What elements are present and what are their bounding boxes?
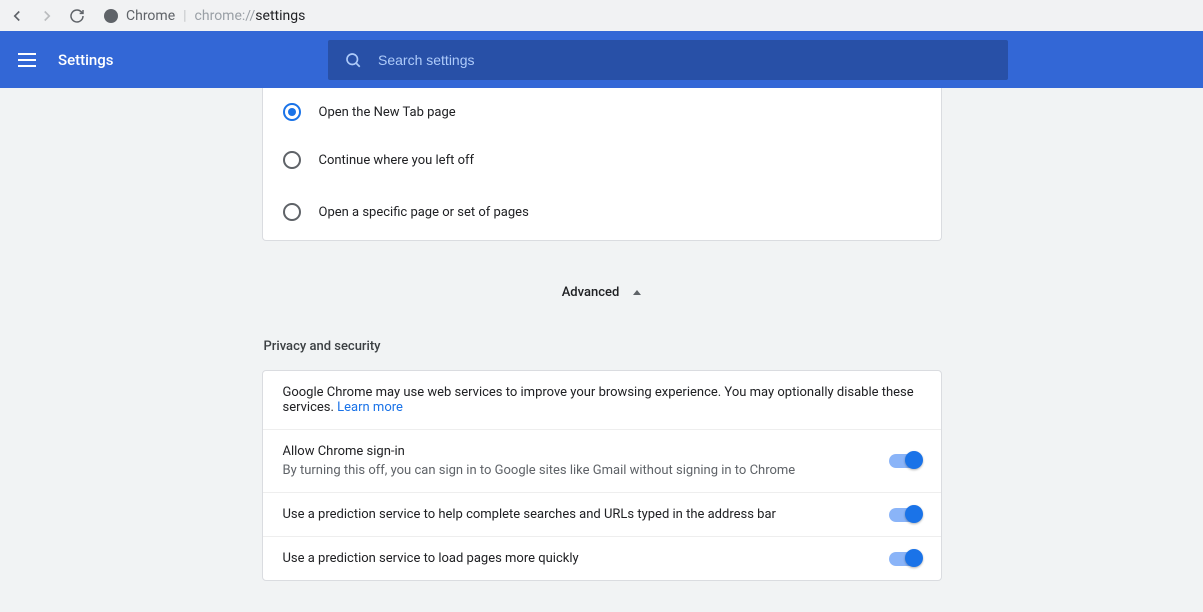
- caret-up-icon: [633, 290, 641, 295]
- setting-title: Allow Chrome sign-in: [283, 444, 889, 459]
- search-box[interactable]: [328, 40, 1008, 80]
- toggle-switch[interactable]: [889, 508, 921, 522]
- address-label: Chrome: [126, 8, 175, 24]
- app-header: Settings: [0, 31, 1203, 88]
- learn-more-link[interactable]: Learn more: [337, 400, 403, 415]
- privacy-card: Google Chrome may use web services to im…: [262, 370, 942, 581]
- toggle-switch[interactable]: [889, 454, 921, 468]
- setting-title: Use a prediction service to help complet…: [283, 507, 889, 522]
- setting-title: Use a prediction service to load pages m…: [283, 551, 889, 566]
- setting-prediction-load[interactable]: Use a prediction service to load pages m…: [263, 536, 941, 580]
- address-url: chrome://settings: [195, 8, 306, 24]
- chrome-icon: [104, 9, 118, 23]
- privacy-intro-row: Google Chrome may use web services to im…: [263, 371, 941, 429]
- search-input[interactable]: [378, 52, 992, 68]
- content-area: Open the New Tab page Continue where you…: [0, 88, 1203, 612]
- search-icon: [344, 51, 362, 69]
- advanced-toggle[interactable]: Advanced: [262, 257, 942, 327]
- radio-label: Open the New Tab page: [319, 105, 456, 120]
- setting-subtitle: By turning this off, you can sign in to …: [283, 463, 889, 478]
- reload-button[interactable]: [68, 7, 86, 25]
- radio-icon: [283, 151, 301, 169]
- startup-option-continue[interactable]: Continue where you left off: [263, 136, 941, 184]
- back-button[interactable]: [8, 7, 26, 25]
- page-title: Settings: [58, 51, 114, 69]
- radio-icon: [283, 203, 301, 221]
- startup-option-specific-page[interactable]: Open a specific page or set of pages: [263, 184, 941, 240]
- radio-label: Continue where you left off: [319, 153, 475, 168]
- startup-card: Open the New Tab page Continue where you…: [262, 88, 942, 241]
- advanced-label: Advanced: [562, 285, 620, 300]
- radio-label: Open a specific page or set of pages: [319, 205, 529, 220]
- radio-icon: [283, 103, 301, 121]
- toggle-switch[interactable]: [889, 552, 921, 566]
- menu-icon[interactable]: [18, 53, 40, 67]
- startup-option-new-tab[interactable]: Open the New Tab page: [263, 88, 941, 136]
- browser-toolbar: Chrome | chrome://settings: [0, 0, 1203, 31]
- address-separator: |: [183, 8, 186, 24]
- setting-allow-sign-in[interactable]: Allow Chrome sign-in By turning this off…: [263, 429, 941, 492]
- forward-button[interactable]: [38, 7, 56, 25]
- privacy-section-title: Privacy and security: [262, 339, 942, 354]
- address-bar[interactable]: Chrome | chrome://settings: [98, 5, 1195, 27]
- setting-prediction-search[interactable]: Use a prediction service to help complet…: [263, 492, 941, 536]
